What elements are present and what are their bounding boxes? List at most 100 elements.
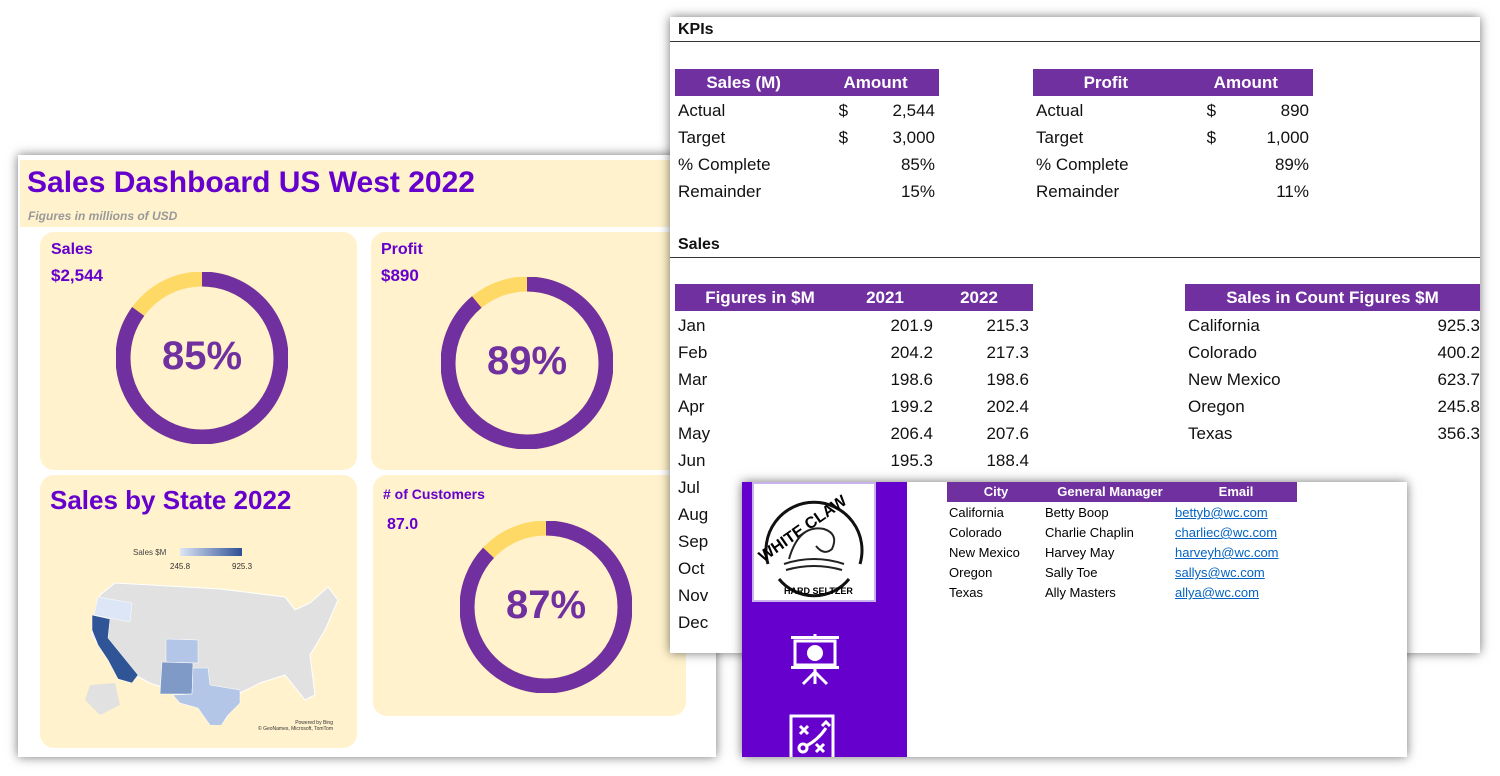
map-state-colorado[interactable] <box>165 638 199 664</box>
dashboard-window: Sales Dashboard US West 2022 Figures in … <box>18 155 716 757</box>
table-row: % Complete 89% <box>1033 151 1313 178</box>
managers-table-header: City General Manager Email <box>947 482 1297 502</box>
value-2022: 198.6 <box>986 370 1029 389</box>
customers-label: # of Customers <box>383 486 485 502</box>
sales-percent: 85% <box>161 334 243 378</box>
row-value: 3,000 <box>892 128 935 147</box>
profit-label: Profit <box>381 241 423 258</box>
table-row: Jun 195.3 188.4 <box>675 447 1033 474</box>
kpi-table-header: Profit Amount <box>1033 69 1313 96</box>
value-2022: 215.3 <box>986 316 1029 335</box>
email-link[interactable]: allya@wc.com <box>1175 583 1259 603</box>
sales-label: Sales <box>51 241 93 258</box>
city-cell: New Mexico <box>949 545 1020 560</box>
row-label: Actual <box>1036 101 1084 120</box>
map-credit-sources: © GeoNames, Microsoft, TomTom <box>258 726 333 732</box>
table-row: California 925.3 <box>1185 312 1480 339</box>
city-cell: Colorado <box>949 525 1002 540</box>
header-cell: 2021 <box>866 288 904 307</box>
map-state-new-mexico[interactable] <box>159 661 194 695</box>
manager-cell: Sally Toe <box>1045 565 1098 580</box>
value-2022: 188.4 <box>986 451 1029 470</box>
value-2022: 217.3 <box>986 343 1029 362</box>
customers-value: 87.0 <box>387 516 419 533</box>
currency-symbol: $ <box>1206 101 1217 120</box>
row-value: 890 <box>1280 101 1309 120</box>
city-cell: Oregon <box>949 565 993 580</box>
presentation-chart-icon[interactable] <box>787 632 843 688</box>
state-table-header: Sales in Count Figures $M <box>1185 284 1480 311</box>
table-row: Actual $890 <box>1033 97 1313 124</box>
title-band: Sales Dashboard US West 2022 Figures in … <box>20 160 670 227</box>
map-legend-label: Sales $M <box>133 548 167 557</box>
month-cell: May <box>678 424 711 443</box>
month-cell: Mar <box>678 370 708 389</box>
manager-row: Texas Ally Masters allya@wc.com <box>947 583 1307 603</box>
row-label: Actual <box>678 101 726 120</box>
value-2021: 199.2 <box>890 397 933 416</box>
email-link[interactable]: charliec@wc.com <box>1175 523 1277 543</box>
email-link[interactable]: harveyh@wc.com <box>1175 543 1279 563</box>
row-value: 2,544 <box>892 101 935 120</box>
map-legend-gradient <box>180 548 242 556</box>
table-row: Feb 204.2 217.3 <box>675 339 1033 366</box>
month-cell: Feb <box>678 343 708 362</box>
kpis-heading: KPIs <box>678 21 714 38</box>
header-email: Email <box>1218 484 1254 499</box>
state-value: 400.2 <box>1437 343 1480 362</box>
email-link[interactable]: sallys@wc.com <box>1175 563 1265 583</box>
value-2022: 202.4 <box>986 397 1029 416</box>
row-value: 85% <box>900 155 935 174</box>
value-2021: 206.4 <box>890 424 933 443</box>
profit-value: $890 <box>381 266 419 285</box>
svg-text:HARD SELTZER: HARD SELTZER <box>784 586 853 596</box>
currency-symbol: $ <box>1206 128 1217 147</box>
value-2021: 201.9 <box>890 316 933 335</box>
table-row: Remainder 11% <box>1033 178 1313 205</box>
state-value: 925.3 <box>1437 316 1480 335</box>
table-row: Mar 198.6 198.6 <box>675 366 1033 393</box>
kpi-table-header: Sales (M) Amount <box>675 69 939 96</box>
table-row: Apr 199.2 202.4 <box>675 393 1033 420</box>
table-row: May 206.4 207.6 <box>675 420 1033 447</box>
state-value: 623.7 <box>1437 370 1480 389</box>
state-cell: California <box>1188 316 1260 335</box>
state-cell: New Mexico <box>1188 370 1281 389</box>
email-link[interactable]: bettyb@wc.com <box>1175 503 1268 523</box>
table-row: Texas 356.3 <box>1185 420 1480 447</box>
month-cell: Sep <box>678 532 709 551</box>
us-map[interactable] <box>70 575 340 725</box>
table-row: % Complete 85% <box>675 151 939 178</box>
strategy-playbook-icon[interactable] <box>788 714 838 757</box>
divider <box>670 41 1480 42</box>
table-row: New Mexico 623.7 <box>1185 366 1480 393</box>
table-row: Target $1,000 <box>1033 124 1313 151</box>
state-cell: Oregon <box>1188 397 1245 416</box>
table-row: Colorado 400.2 <box>1185 339 1480 366</box>
month-cell: Jun <box>678 451 706 470</box>
map-legend-min: 245.8 <box>170 562 191 571</box>
month-cell: Nov <box>678 586 709 605</box>
manager-cell: Charlie Chaplin <box>1045 525 1134 540</box>
city-cell: Texas <box>949 585 983 600</box>
header-label: Profit <box>1083 73 1128 92</box>
header-cell: 2022 <box>960 288 998 307</box>
table-row: Actual $2,544 <box>675 97 939 124</box>
city-cell: California <box>949 505 1004 520</box>
row-label: % Complete <box>678 155 771 174</box>
value-2021: 204.2 <box>890 343 933 362</box>
sales-panel: Sales $2,544 85% <box>40 232 357 470</box>
sales-heading: Sales <box>678 236 720 253</box>
row-label: % Complete <box>1036 155 1129 174</box>
row-label: Remainder <box>678 182 762 201</box>
row-value: 15% <box>900 182 935 201</box>
value-2021: 195.3 <box>890 451 933 470</box>
divider <box>670 257 1480 258</box>
manager-cell: Betty Boop <box>1045 505 1109 520</box>
header-amount: Amount <box>843 73 908 92</box>
state-value: 356.3 <box>1437 424 1480 443</box>
header-cell: Figures in $M <box>705 288 815 307</box>
map-panel: Sales by State 2022 Sales $M 245.8 925.3… <box>40 475 357 748</box>
sidebar: WHITE CLAW HARD SELTZER <box>742 482 907 757</box>
month-cell: Jul <box>678 478 700 497</box>
